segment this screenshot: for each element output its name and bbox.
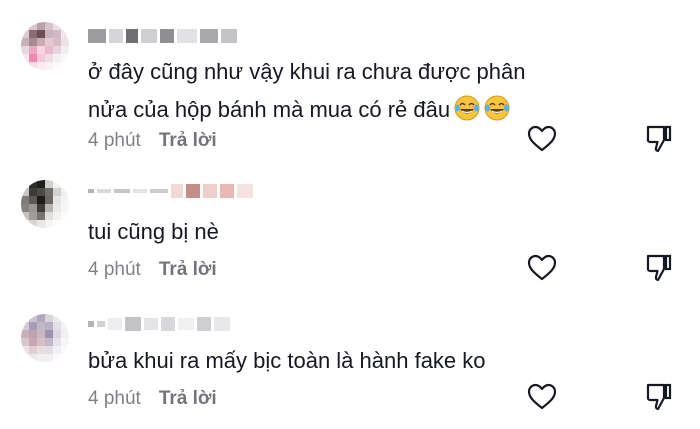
comment-text-line: nửa của hộp bánh mà mua có rẻ đâu — [88, 91, 526, 129]
avatar[interactable] — [21, 314, 69, 362]
thumbs-down-icon — [646, 254, 672, 282]
avatar[interactable] — [21, 22, 69, 70]
comment-time: 4 phút — [88, 388, 141, 409]
heart-outline-icon — [527, 125, 557, 152]
reply-button[interactable]: Trả lời — [159, 259, 217, 281]
dislike-button[interactable] — [642, 380, 676, 414]
reply-button[interactable]: Trả lời — [159, 130, 217, 152]
heart-outline-icon — [527, 254, 557, 281]
comment-text: bửa khui ra mấy bịc toàn là hành fake ko — [88, 342, 486, 380]
comment-text-line: bửa khui ra mấy bịc toàn là hành fake ko — [88, 348, 486, 373]
comment-item: bửa khui ra mấy bịc toàn là hành fake ko… — [0, 290, 700, 429]
thumbs-down-icon — [646, 125, 672, 153]
heart-outline-icon — [527, 383, 557, 410]
thumbs-down-icon — [646, 383, 672, 411]
face-with-tears-of-joy-icon — [454, 95, 480, 121]
comment-text-line-content: nửa của hộp bánh mà mua có rẻ đâu — [88, 97, 451, 122]
username-obscured[interactable] — [88, 26, 237, 46]
comment-item: tui cũng bị nè 4 phút Trả lời — [0, 160, 700, 290]
comment-meta: 4 phút Trả lời — [88, 130, 217, 152]
comment-time: 4 phút — [88, 130, 141, 151]
like-button[interactable] — [525, 251, 559, 285]
comment-text-line: tui cũng bị nè — [88, 219, 219, 244]
comment-time: 4 phút — [88, 259, 141, 280]
like-button[interactable] — [525, 380, 559, 414]
avatar[interactable] — [21, 180, 69, 228]
dislike-button[interactable] — [642, 251, 676, 285]
comment-meta: 4 phút Trả lời — [88, 388, 217, 410]
comment-item: ở đây cũng như vậy khui ra chưa được phâ… — [0, 0, 700, 160]
face-with-tears-of-joy-icon — [484, 95, 510, 121]
reply-button[interactable]: Trả lời — [159, 388, 217, 410]
comment-text-line: ở đây cũng như vậy khui ra chưa được phâ… — [88, 59, 526, 84]
username-obscured[interactable] — [88, 181, 253, 201]
username-obscured[interactable] — [88, 314, 230, 334]
comment-text: tui cũng bị nè — [88, 213, 219, 251]
like-button[interactable] — [525, 122, 559, 156]
comment-text: ở đây cũng như vậy khui ra chưa được phâ… — [88, 53, 526, 129]
dislike-button[interactable] — [642, 122, 676, 156]
comment-meta: 4 phút Trả lời — [88, 259, 217, 281]
